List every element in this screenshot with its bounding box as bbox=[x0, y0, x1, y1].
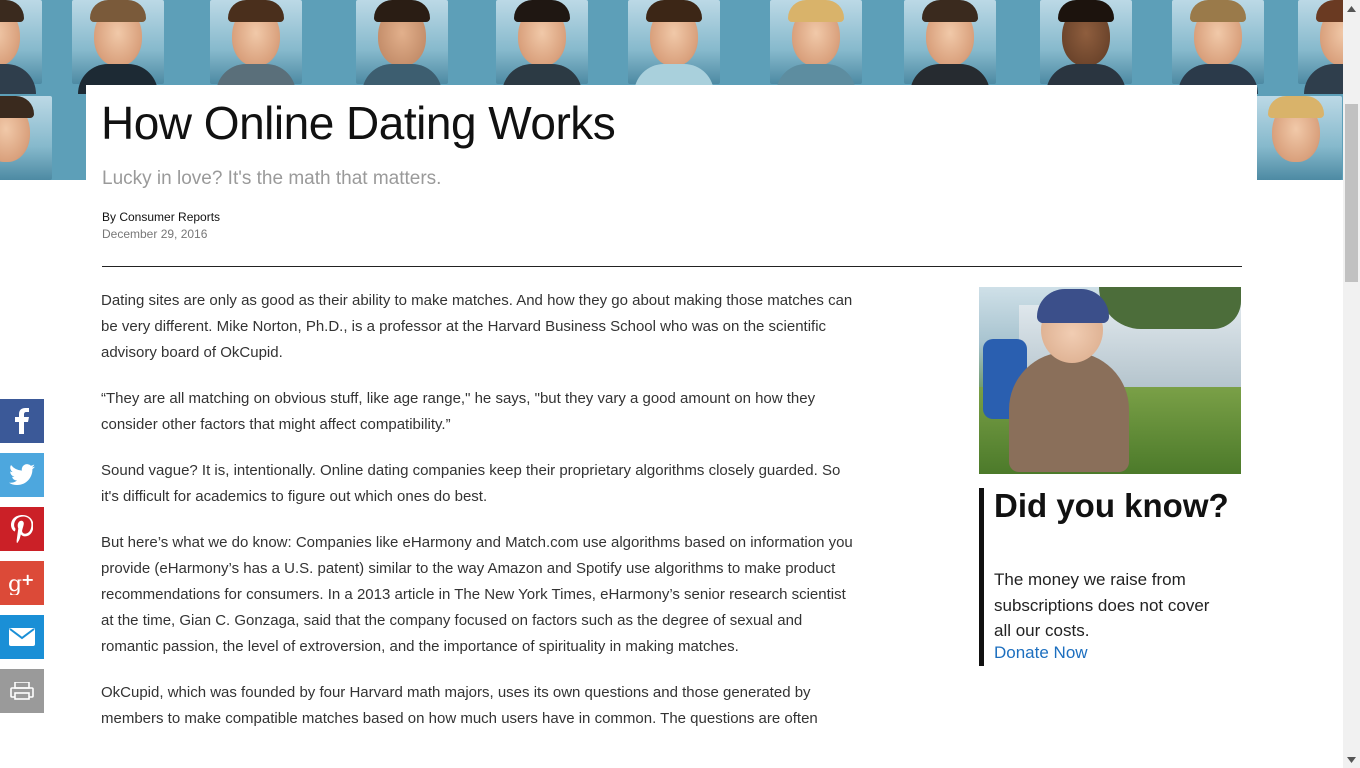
twitter-icon bbox=[9, 464, 35, 486]
paragraph: OkCupid, which was founded by four Harva… bbox=[101, 684, 818, 727]
face-tile bbox=[0, 96, 52, 180]
paragraph: Dating sites are only as good as their a… bbox=[101, 292, 853, 361]
scroll-down-arrow-icon[interactable] bbox=[1343, 751, 1360, 768]
did-you-know-message: The money we raise from subscriptions do… bbox=[994, 570, 1210, 640]
twitter-share-button[interactable] bbox=[0, 453, 44, 497]
print-icon bbox=[10, 682, 34, 700]
paragraph: But here’s what we do know: Companies li… bbox=[101, 534, 853, 655]
paragraph: “They are all matching on obvious stuff,… bbox=[101, 390, 816, 433]
vertical-scrollbar[interactable] bbox=[1343, 0, 1360, 768]
pinterest-icon bbox=[11, 515, 33, 543]
article-body: Dating sites are only as good as their a… bbox=[101, 288, 856, 752]
pinterest-share-button[interactable] bbox=[0, 507, 44, 551]
email-share-button[interactable] bbox=[0, 615, 44, 659]
face-tile bbox=[1298, 0, 1343, 94]
google-plus-icon: g + bbox=[8, 571, 36, 595]
donate-now-link[interactable]: Donate Now bbox=[994, 643, 1088, 663]
article-subtitle: Lucky in love? It's the math that matter… bbox=[102, 168, 442, 189]
article-title: How Online Dating Works bbox=[101, 97, 616, 149]
face-tile bbox=[0, 0, 42, 94]
facebook-share-button[interactable] bbox=[0, 399, 44, 443]
scroll-up-arrow-icon[interactable] bbox=[1343, 0, 1360, 17]
google-plus-share-button[interactable]: g + bbox=[0, 561, 44, 605]
share-bar: g + bbox=[0, 399, 44, 723]
facebook-icon bbox=[11, 408, 33, 434]
did-you-know-box: Did you know? The money we raise from su… bbox=[979, 488, 1246, 666]
face-tile bbox=[628, 0, 720, 94]
face-tile bbox=[1172, 0, 1264, 94]
print-button[interactable] bbox=[0, 669, 44, 713]
divider bbox=[102, 266, 1242, 267]
face-tile bbox=[210, 0, 302, 94]
paragraph: Sound vague? It is, intentionally. Onlin… bbox=[101, 462, 841, 505]
face-tile bbox=[1040, 0, 1132, 94]
did-you-know-heading: Did you know? bbox=[994, 487, 1229, 524]
face-tile bbox=[496, 0, 588, 94]
article-date: December 29, 2016 bbox=[102, 227, 208, 241]
sidebar-photo bbox=[979, 287, 1241, 474]
svg-text:g: g bbox=[8, 572, 22, 595]
face-tile bbox=[1250, 96, 1342, 180]
face-tile bbox=[356, 0, 448, 94]
svg-text:+: + bbox=[21, 571, 34, 589]
scrollbar-thumb[interactable] bbox=[1345, 104, 1358, 282]
face-tile bbox=[72, 0, 164, 94]
face-tile bbox=[904, 0, 996, 94]
email-icon bbox=[9, 628, 35, 646]
article-byline: By Consumer Reports bbox=[102, 210, 221, 224]
face-tile bbox=[770, 0, 862, 94]
